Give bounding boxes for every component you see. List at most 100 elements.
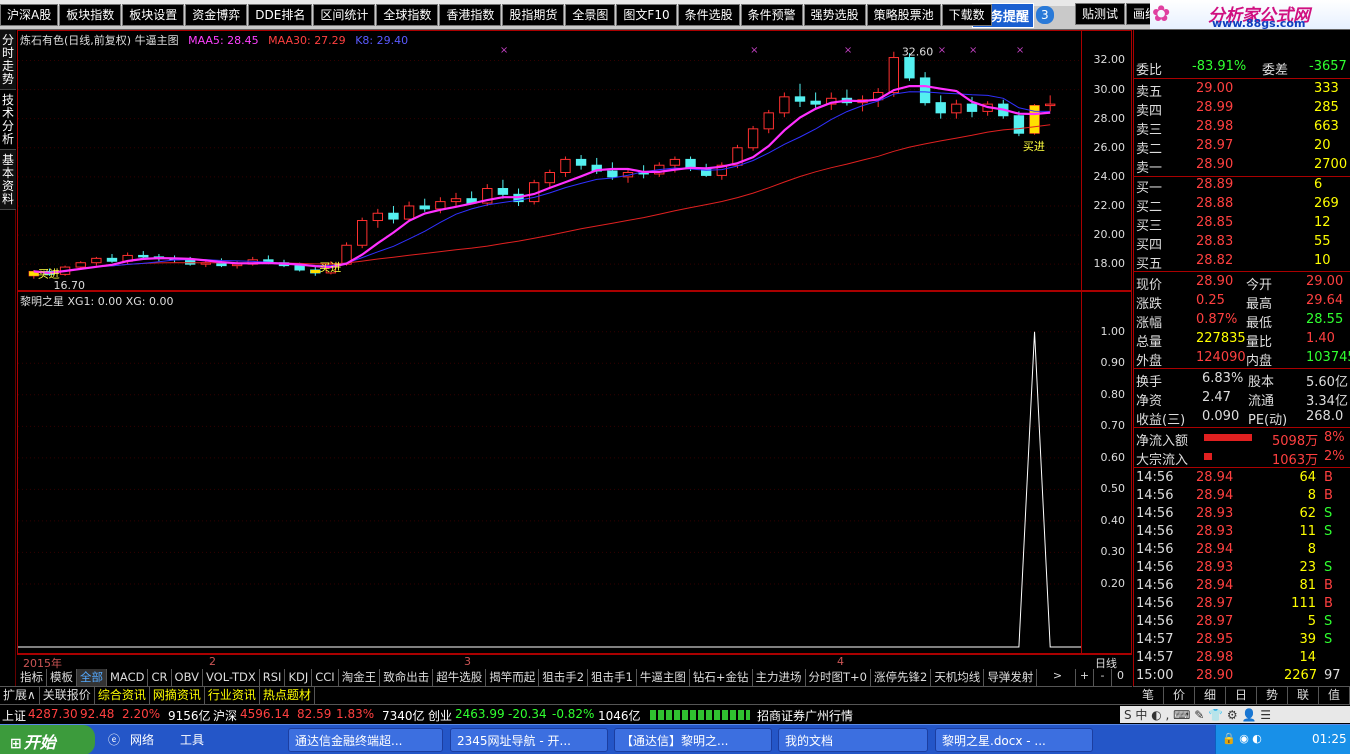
- quicklaunch-tools[interactable]: 工具: [180, 728, 204, 752]
- tab-intraday[interactable]: 分时走势: [0, 30, 16, 90]
- right-bottom-tabs: 笔价细日势联值: [1133, 686, 1350, 704]
- indicator-tab-0[interactable]: 指标: [17, 669, 47, 686]
- bottom-tab-4[interactable]: 行业资讯: [205, 687, 260, 704]
- task-tdx-forum[interactable]: 【通达信】黎明之...: [614, 728, 772, 752]
- legend-maa5: MAA5: 28.45: [188, 34, 259, 47]
- indicator-tab-2[interactable]: 全部: [77, 669, 107, 686]
- indicator-tab-22[interactable]: 导弹发射: [984, 669, 1038, 686]
- bottom-tab-5[interactable]: 热点题材: [260, 687, 315, 704]
- nav-item-4[interactable]: DDE排名: [248, 4, 313, 26]
- legend-k8-value: 29.40: [376, 34, 409, 47]
- zoom-in-button[interactable]: +: [1075, 669, 1093, 686]
- indicator-tab-3[interactable]: MACD: [107, 669, 149, 686]
- indicator-tab-19[interactable]: 分时图T+0: [806, 669, 871, 686]
- ask-vol-0: 333: [1314, 81, 1339, 96]
- indicator-next-button[interactable]: >: [1040, 669, 1075, 686]
- nav-item-12[interactable]: 条件预警: [740, 4, 803, 26]
- start-button[interactable]: ⊞ 开始: [0, 725, 95, 754]
- indicator-tab-18[interactable]: 主力进场: [753, 669, 806, 686]
- hs-label: 沪深: [213, 709, 238, 723]
- tab-fundamentals[interactable]: 基本资料: [0, 150, 16, 210]
- tick-side-8: S: [1324, 614, 1333, 629]
- indicator-tab-14[interactable]: 狙击手2: [539, 669, 589, 686]
- indicator-tab-9[interactable]: CCI: [312, 669, 339, 686]
- stat-label-a-4: 外盘: [1136, 354, 1163, 369]
- bid-price-2: 28.85: [1196, 215, 1234, 230]
- ie-icon[interactable]: ⓔ: [108, 728, 120, 752]
- nav-item-1[interactable]: 板块指数: [59, 4, 122, 26]
- tick-time-1: 14:56: [1136, 488, 1174, 503]
- indicator-tab-10[interactable]: 淘金王: [339, 669, 381, 686]
- right-tab-6[interactable]: 值: [1319, 687, 1350, 704]
- bid-vol-2: 12: [1314, 215, 1331, 230]
- nav-item-9[interactable]: 全景图: [565, 4, 616, 26]
- kaxis-label-5: 22.00: [1093, 198, 1126, 212]
- nav-item-8[interactable]: 股指期货: [502, 4, 565, 26]
- indicator-tab-16[interactable]: 牛逼主图: [637, 669, 690, 686]
- indicator-tab-5[interactable]: OBV: [172, 669, 203, 686]
- indicator-tab-11[interactable]: 致命出击: [380, 669, 434, 686]
- trading-app: { "topnav": { "items": ["沪深A股","板块指数","板…: [0, 0, 1350, 754]
- bottom-tab-2[interactable]: 综合资讯: [95, 687, 150, 704]
- nav-item-7[interactable]: 香港指数: [439, 4, 502, 26]
- task-word-doc[interactable]: 黎明之星.docx - ...: [935, 728, 1093, 752]
- right-tab-5[interactable]: 联: [1288, 687, 1319, 704]
- nav-item-10[interactable]: 图文F10: [616, 4, 677, 26]
- indicator-tab-12[interactable]: 超牛选股: [433, 669, 487, 686]
- windows-taskbar: ⊞ 开始 ⓔ 网络 工具 通达信金融终端超... 2345网址导航 - 开... …: [0, 724, 1350, 754]
- bottom-tabs: 扩展∧ 关联报价 综合资讯 网摘资讯 行业资讯 热点题材: [0, 686, 1132, 704]
- indicator-tab-6[interactable]: VOL-TDX: [203, 669, 260, 686]
- right-tab-3[interactable]: 日: [1226, 687, 1257, 704]
- legend-k8-name: K8: [355, 34, 370, 47]
- bottom-tab-3[interactable]: 网摘资讯: [150, 687, 205, 704]
- task-tdx-terminal[interactable]: 通达信金融终端超...: [288, 728, 443, 752]
- indicator-tab-4[interactable]: CR: [148, 669, 172, 686]
- indicator-tab-8[interactable]: KDJ: [285, 669, 313, 686]
- signal-mark-5: ×: [1016, 45, 1024, 56]
- kline-chart[interactable]: × × × × × ×买进买进买进32.6016.70: [18, 31, 1081, 290]
- nav-item-5[interactable]: 区间统计: [313, 4, 376, 26]
- tick-time-5: 14:56: [1136, 560, 1174, 575]
- iaxis-label-7: 0.30: [1100, 545, 1126, 559]
- indicator-tab-17[interactable]: 钻石+金钻: [690, 669, 753, 686]
- indicator-tab-15[interactable]: 狙击手1: [588, 669, 637, 686]
- nav-test[interactable]: 贴测试: [1075, 2, 1126, 25]
- task-2345-nav[interactable]: 2345网址导航 - 开...: [450, 728, 608, 752]
- nav-item-15[interactable]: 下载数: [941, 4, 992, 26]
- ime-toolbar[interactable]: S 中 ◐ , ⌨ ✎ 👕 ⚙ 👤 ☰: [1120, 706, 1350, 723]
- indicator-tab-21[interactable]: 天机均线: [931, 669, 985, 686]
- nav-item-14[interactable]: 策略股票池: [866, 4, 941, 26]
- nav-item-13[interactable]: 强势选股: [803, 4, 866, 26]
- iaxis-label-3: 0.70: [1100, 419, 1126, 433]
- stat2-value-b-0: 5.60亿: [1306, 375, 1348, 390]
- reset-button[interactable]: 0: [1111, 669, 1129, 686]
- hs-change: 82.59: [297, 707, 332, 721]
- bottom-tab-1[interactable]: 关联报价: [40, 687, 95, 704]
- right-tab-1[interactable]: 价: [1164, 687, 1195, 704]
- signal-mark-2: ×: [844, 45, 852, 56]
- bottom-tab-0[interactable]: 扩展∧: [0, 687, 40, 704]
- task-my-documents[interactable]: 我的文档: [778, 728, 928, 752]
- indicator-chart[interactable]: [18, 292, 1081, 653]
- flower-icon: ✿: [1152, 2, 1171, 27]
- indicator-tab-20[interactable]: 涨停先锋2: [871, 669, 932, 686]
- candle-body-59: [951, 103, 962, 114]
- indicator-tab-1[interactable]: 模板: [47, 669, 77, 686]
- nav-item-0[interactable]: 沪深A股: [0, 4, 59, 26]
- nav-item-2[interactable]: 板块设置: [122, 4, 185, 26]
- nav-item-6[interactable]: 全球指数: [376, 4, 439, 26]
- nav-item-11[interactable]: 条件选股: [677, 4, 740, 26]
- right-tab-0[interactable]: 笔: [1133, 687, 1164, 704]
- zoom-out-button[interactable]: -: [1093, 669, 1111, 686]
- tab-technical[interactable]: 技术分析: [0, 90, 16, 150]
- indicator-tab-13[interactable]: 揭竿而起: [486, 669, 540, 686]
- legend-maa30: MAA30: 27.29: [268, 34, 346, 47]
- quicklaunch-network[interactable]: 网络: [130, 728, 154, 752]
- tick-row-7: 14:56 28.97 111 B: [1134, 595, 1350, 614]
- indicator-tab-7[interactable]: RSI: [260, 669, 286, 686]
- nav-item-3[interactable]: 资金博弈: [185, 4, 248, 26]
- right-tab-2[interactable]: 细: [1195, 687, 1226, 704]
- tick-price-0: 28.94: [1196, 470, 1234, 485]
- start-label: 开始: [23, 733, 56, 752]
- right-tab-4[interactable]: 势: [1257, 687, 1288, 704]
